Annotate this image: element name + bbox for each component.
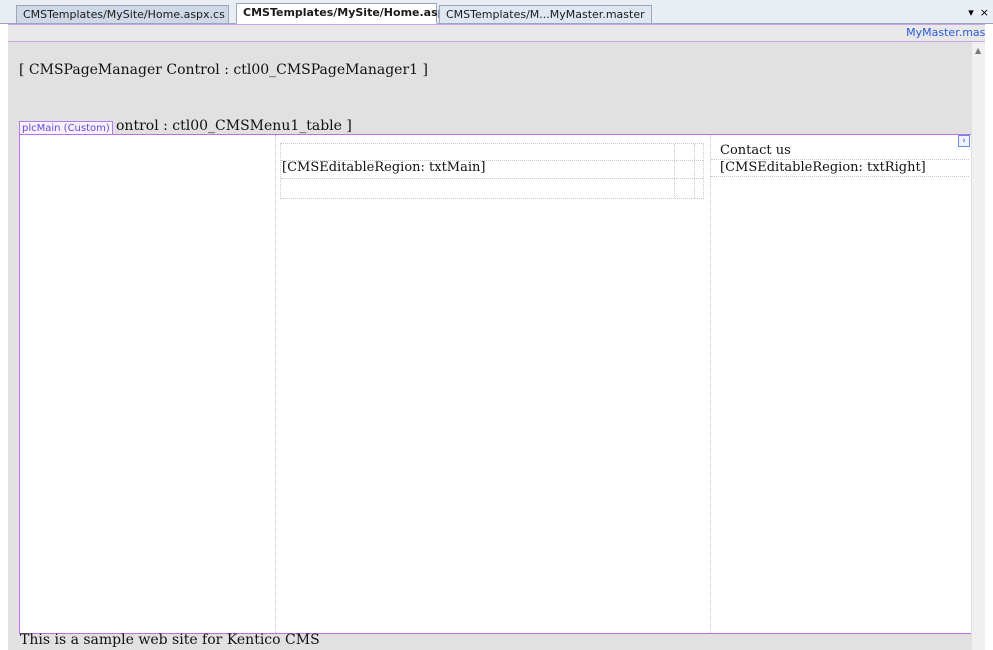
table-row: [281, 144, 703, 161]
tab-home-aspx[interactable]: CMSTemplates/MySite/Home.aspx: [236, 3, 453, 24]
document-tab-strip: CMSTemplates/MySite/Home.aspx.cs CMSTemp…: [0, 0, 993, 24]
placeholder-main[interactable]: › [CMSEditableRegion: txtMain] Contact u…: [19, 134, 973, 634]
editable-region-main[interactable]: [CMSEditableRegion: txtMain]: [282, 160, 485, 175]
master-page-label[interactable]: MyMaster.master: [906, 26, 985, 39]
left-column[interactable]: [20, 135, 276, 633]
chevron-down-icon[interactable]: ▾: [968, 6, 974, 19]
master-page-header: MyMaster.master: [8, 24, 985, 42]
table-divider: [674, 144, 675, 198]
editable-region-right[interactable]: [CMSEditableRegion: txtRight]: [720, 160, 926, 175]
tab-home-aspx-cs[interactable]: CMSTemplates/MySite/Home.aspx.cs: [16, 5, 229, 23]
tab-mymaster-master[interactable]: CMSTemplates/M...MyMaster.master: [439, 5, 652, 23]
page-manager-control[interactable]: [ CMSPageManager Control : ctl00_CMSPage…: [19, 62, 428, 78]
scroll-up-icon[interactable]: ▲: [975, 46, 981, 55]
center-column[interactable]: [CMSEditableRegion: txtMain]: [276, 135, 711, 633]
close-icon[interactable]: ×: [980, 6, 989, 19]
table-divider: [694, 144, 695, 198]
footer-text: This is a sample web site for Kentico CM…: [20, 632, 320, 648]
contact-us-label: Contact us: [720, 143, 791, 158]
menu-control[interactable]: ontrol : ctl00_CMSMenu1_table ]: [116, 118, 352, 134]
left-gutter: [0, 24, 8, 650]
vertical-scrollbar[interactable]: ▲: [971, 42, 985, 650]
design-surface[interactable]: MyMaster.master [ CMSPageManager Control…: [8, 24, 985, 650]
tab-controls: ▾ ×: [968, 3, 989, 21]
right-column[interactable]: Contact us [CMSEditableRegion: txtRight]: [711, 135, 972, 633]
